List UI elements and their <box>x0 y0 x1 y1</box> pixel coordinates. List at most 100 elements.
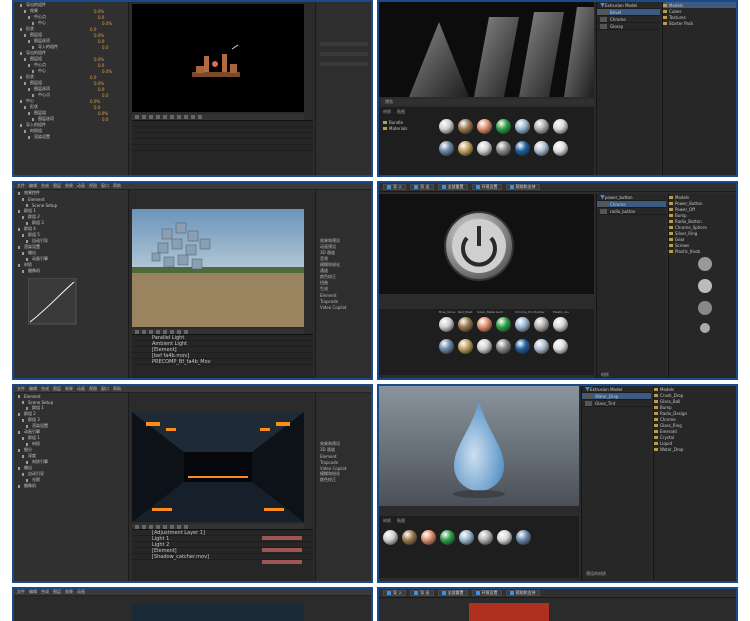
tree-item[interactable]: Water_Drop <box>654 446 736 452</box>
twirl-icon[interactable] <box>22 233 25 237</box>
material-sphere[interactable] <box>439 339 454 354</box>
curve-graph[interactable] <box>27 277 88 326</box>
twirl-icon[interactable] <box>26 478 29 482</box>
menu-item[interactable]: 图层 <box>53 589 61 595</box>
menu-item[interactable]: 效果 <box>65 183 73 189</box>
twirl-icon[interactable] <box>22 215 25 219</box>
material-sphere[interactable] <box>440 530 455 545</box>
property-row[interactable]: 渲染设置 <box>14 134 128 140</box>
twirl-icon[interactable] <box>32 45 35 49</box>
twirl-icon[interactable] <box>18 209 21 213</box>
material-sphere[interactable] <box>515 119 530 134</box>
layer-bar[interactable] <box>262 548 302 552</box>
property-value[interactable]: 0.0% <box>90 99 100 104</box>
menu-item[interactable]: 编辑 <box>29 183 37 189</box>
menu-item[interactable]: 文件 <box>17 589 25 595</box>
property-value[interactable]: 0.0% <box>94 33 104 38</box>
material-sphere[interactable] <box>477 317 492 332</box>
twirl-icon[interactable] <box>24 33 27 37</box>
twirl-icon[interactable] <box>22 454 25 458</box>
twirl-icon[interactable] <box>22 436 25 440</box>
material-sphere[interactable] <box>534 317 549 332</box>
twirl-icon[interactable] <box>24 105 27 109</box>
material-sphere[interactable] <box>534 119 549 134</box>
toolbar-button[interactable]: 导 入 <box>383 184 407 190</box>
material-sphere[interactable] <box>534 339 549 354</box>
twirl-icon[interactable] <box>18 245 21 249</box>
twirl-icon[interactable] <box>28 39 31 43</box>
material-sphere[interactable] <box>477 119 492 134</box>
toolbar-button[interactable]: 全部重置 <box>437 590 468 596</box>
twirl-icon[interactable] <box>22 197 25 201</box>
material-sphere[interactable] <box>515 141 530 156</box>
material-sphere[interactable] <box>478 530 493 545</box>
material-sphere[interactable] <box>515 317 530 332</box>
menu-item[interactable]: 动画 <box>77 386 85 392</box>
material-sphere[interactable] <box>496 317 511 332</box>
menu-item[interactable]: 帮助 <box>113 386 121 392</box>
property-value[interactable]: 0.0 <box>90 27 96 32</box>
menu-item[interactable]: 文件 <box>17 183 25 189</box>
twirl-icon[interactable] <box>26 257 29 261</box>
toolbar-button[interactable]: 导 出 <box>410 184 434 190</box>
material-sphere[interactable] <box>459 530 474 545</box>
tree-item[interactable]: 摄像机 <box>14 268 128 274</box>
property-value[interactable]: 0.0 <box>102 45 108 50</box>
folder-item[interactable]: Materials <box>383 125 431 131</box>
scene-item[interactable]: radio_button <box>597 208 666 215</box>
menu-item[interactable]: 视图 <box>89 183 97 189</box>
tab-material[interactable]: 材质 <box>383 518 391 524</box>
menu-item[interactable]: 帮助 <box>113 183 121 189</box>
material-sphere[interactable] <box>439 141 454 156</box>
twirl-icon[interactable] <box>28 63 31 67</box>
toolbar-button[interactable]: 帮助和支持 <box>505 184 540 190</box>
scene-item[interactable]: Glass_Tint <box>582 400 651 407</box>
twirl-icon[interactable] <box>18 484 21 488</box>
material-sphere[interactable] <box>553 119 568 134</box>
twirl-icon[interactable] <box>28 87 31 91</box>
twirl-icon[interactable] <box>18 263 21 267</box>
material-sphere[interactable] <box>458 339 473 354</box>
twirl-icon[interactable] <box>32 69 35 73</box>
menu-item[interactable]: 图层 <box>53 183 61 189</box>
property-value[interactable]: 0.0% <box>94 57 104 62</box>
twirl-icon[interactable] <box>18 191 21 195</box>
material-sphere[interactable] <box>458 317 473 332</box>
property-value[interactable]: 0.0 <box>102 93 108 98</box>
twirl-icon[interactable] <box>22 400 25 404</box>
menu-item[interactable]: 效果 <box>65 589 73 595</box>
material-sphere[interactable] <box>553 339 568 354</box>
scene-item[interactable]: power_button <box>597 194 666 201</box>
material-sphere[interactable] <box>458 141 473 156</box>
twirl-icon[interactable] <box>32 21 35 25</box>
toolbar-button[interactable]: 环境设置 <box>471 590 502 596</box>
menu-item[interactable]: 动画 <box>77 589 85 595</box>
preset-item[interactable]: 颜色校正 <box>316 477 371 483</box>
scene-item[interactable]: Water_Drop <box>582 393 651 400</box>
twirl-icon[interactable] <box>32 117 35 121</box>
toolbar-button[interactable]: 环境设置 <box>471 184 502 190</box>
material-sphere[interactable] <box>496 339 511 354</box>
material-sphere[interactable] <box>439 119 454 134</box>
scene-item[interactable]: Glossy <box>597 23 660 30</box>
material-sphere[interactable] <box>383 530 398 545</box>
twirl-icon[interactable] <box>28 111 31 115</box>
twirl-icon[interactable] <box>26 424 29 428</box>
material-sphere[interactable] <box>439 317 454 332</box>
twirl-icon[interactable] <box>28 135 31 139</box>
twirl-icon[interactable] <box>18 412 21 416</box>
twirl-icon[interactable] <box>20 51 23 55</box>
layer-bar[interactable] <box>262 560 302 564</box>
menu-item[interactable]: 编辑 <box>29 589 37 595</box>
twirl-icon[interactable] <box>26 239 29 243</box>
twirl-icon[interactable] <box>26 203 29 207</box>
tab-material[interactable]: 材质 <box>383 109 391 115</box>
twirl-icon[interactable] <box>26 221 29 225</box>
material-sphere[interactable] <box>497 530 512 545</box>
toolbar-button[interactable]: 导 入 <box>383 590 407 596</box>
material-sphere[interactable] <box>553 317 568 332</box>
menu-item[interactable]: 窗口 <box>101 183 109 189</box>
property-value[interactable]: 0.0% <box>94 81 104 86</box>
twirl-icon[interactable] <box>24 57 27 61</box>
twirl-icon[interactable] <box>26 406 29 410</box>
